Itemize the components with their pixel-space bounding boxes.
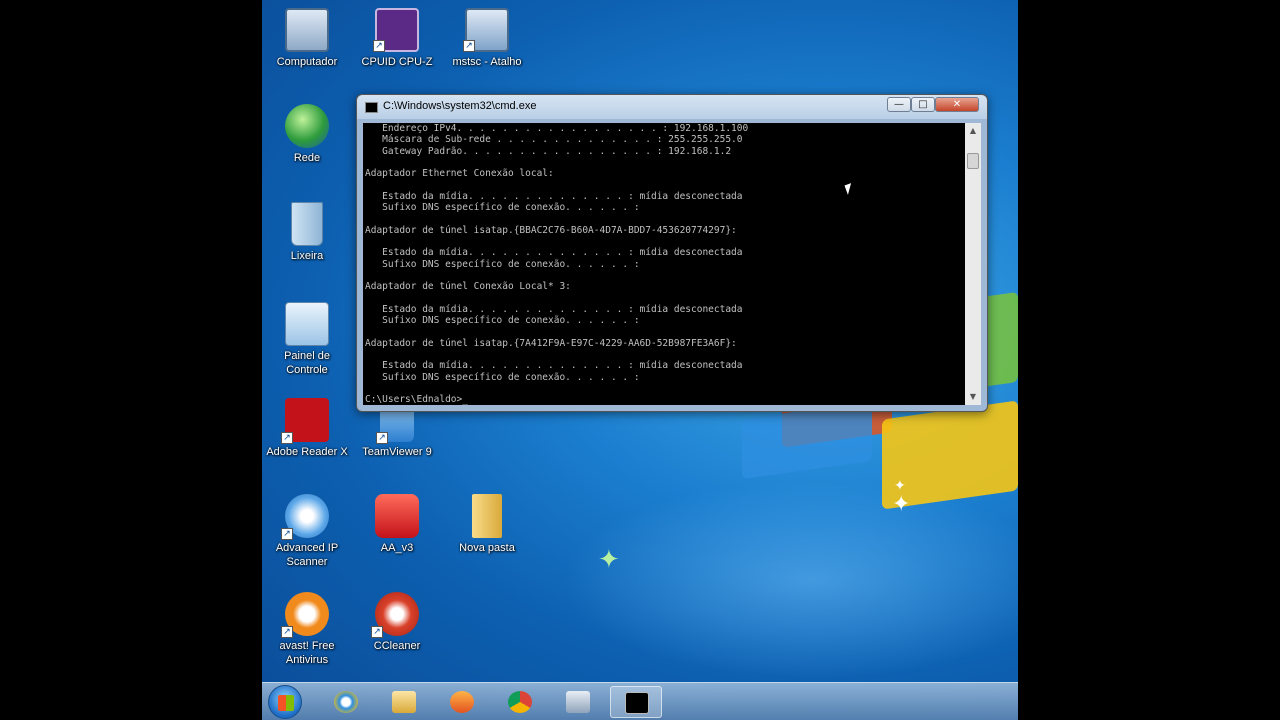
- scroll-up-icon[interactable]: ▲: [965, 123, 981, 139]
- wallpaper-logo-blue: [742, 400, 872, 480]
- shortcut-arrow-icon: ↗: [376, 432, 388, 444]
- ccleaner-icon: ↗: [371, 592, 419, 638]
- desktop-icon-advanced-ip-scanner[interactable]: ↗ Advanced IP Scanner: [262, 494, 352, 569]
- desktop-icon-label: Nova pasta: [459, 542, 515, 554]
- desktop-icon-adobe-reader[interactable]: ↗ Adobe Reader X: [262, 398, 352, 459]
- desktop-icon-label: Advanced IP Scanner: [275, 542, 339, 568]
- network-globe-icon: [285, 104, 329, 148]
- camera-icon: [566, 691, 590, 713]
- desktop-icon-nova-pasta[interactable]: Nova pasta: [442, 494, 532, 555]
- sparkle-icon: ✦: [894, 478, 906, 494]
- taskbar-item-cmd[interactable]: [610, 686, 662, 718]
- desktop-icon-label: TeamViewer 9: [362, 446, 432, 458]
- folder-icon: [472, 494, 502, 538]
- maximize-button[interactable]: □: [911, 97, 935, 112]
- shortcut-arrow-icon: ↗: [371, 626, 383, 638]
- ip-scanner-icon: ↗: [281, 494, 329, 540]
- console-text: Endereço IPv4. . . . . . . . . . . . . .…: [365, 123, 749, 405]
- sparkle-icon: ✦: [892, 492, 911, 517]
- start-button[interactable]: [268, 685, 302, 719]
- desktop-icon-computador[interactable]: Computador: [262, 8, 352, 69]
- desktop-icon-lixeira[interactable]: Lixeira: [262, 202, 352, 263]
- minimize-button[interactable]: —: [887, 97, 911, 112]
- desktop-icon-aa-v3[interactable]: AA_v3: [352, 494, 442, 555]
- shortcut-arrow-icon: ↗: [281, 626, 293, 638]
- taskbar: [262, 682, 1018, 720]
- desktop-icon-cpuz[interactable]: ↗ CPUID CPU-Z: [352, 8, 442, 69]
- sparkle-icon: ✦: [598, 545, 620, 575]
- close-button[interactable]: ✕: [935, 97, 979, 112]
- desktop-icon-label: Adobe Reader X: [266, 446, 348, 458]
- desktop-icon-label: Rede: [293, 152, 321, 164]
- console-output[interactable]: Endereço IPv4. . . . . . . . . . . . . .…: [363, 123, 965, 405]
- desktop-icon-label: Painel de Controle: [284, 350, 330, 376]
- taskbar-item-explorer[interactable]: [378, 686, 430, 718]
- desktop-icon-rede[interactable]: Rede: [262, 104, 352, 165]
- chrome-icon: [508, 691, 532, 713]
- desktop-icon-mstsc[interactable]: ↗ mstsc - Atalho: [442, 8, 532, 69]
- vertical-scrollbar[interactable]: ▲ ▼: [965, 123, 981, 405]
- taskbar-item-chrome[interactable]: [494, 686, 546, 718]
- desktop-icon-label: Lixeira: [290, 250, 324, 262]
- shortcut-arrow-icon: ↗: [463, 40, 475, 52]
- windows-explorer-icon: [392, 691, 416, 713]
- media-player-icon: [450, 691, 474, 713]
- internet-explorer-icon: [334, 691, 358, 713]
- desktop-icon-label: Computador: [276, 56, 338, 68]
- taskbar-item-camera[interactable]: [552, 686, 604, 718]
- aa-v3-icon: [375, 494, 419, 538]
- windows-logo-icon: [278, 695, 294, 711]
- taskbar-item-media-player[interactable]: [436, 686, 488, 718]
- adobe-reader-icon: ↗: [281, 398, 329, 444]
- taskbar-item-internet-explorer[interactable]: [320, 686, 372, 718]
- desktop-icon-label: AA_v3: [380, 542, 414, 554]
- desktop-icon-painel-de-controle[interactable]: Painel de Controle: [262, 302, 352, 377]
- cmd-icon: [365, 102, 378, 113]
- avast-icon: ↗: [281, 592, 329, 638]
- desktop-icon-ccleaner[interactable]: ↗ CCleaner: [352, 592, 442, 653]
- recycle-bin-icon: [291, 202, 323, 246]
- computer-icon: [285, 8, 329, 52]
- desktop-icon-avast[interactable]: ↗ avast! Free Antivirus: [262, 592, 352, 667]
- cmd-icon: [625, 692, 649, 714]
- window-titlebar[interactable]: C:\Windows\system32\cmd.exe — □ ✕: [357, 95, 987, 119]
- window-title: C:\Windows\system32\cmd.exe: [383, 100, 537, 112]
- shortcut-arrow-icon: ↗: [281, 432, 293, 444]
- scroll-down-icon[interactable]: ▼: [965, 389, 981, 405]
- desktop-icon-label: avast! Free Antivirus: [279, 640, 335, 666]
- shortcut-arrow-icon: ↗: [373, 40, 385, 52]
- desktop-icon-label: CCleaner: [373, 640, 421, 652]
- remote-desktop-icon: ↗: [463, 8, 509, 52]
- wallpaper-glow: [562, 480, 1018, 680]
- cmd-window[interactable]: C:\Windows\system32\cmd.exe — □ ✕ Endere…: [356, 94, 988, 412]
- scrollbar-thumb[interactable]: [967, 153, 979, 169]
- desktop-icon-label: mstsc - Atalho: [452, 56, 522, 68]
- shortcut-arrow-icon: ↗: [281, 528, 293, 540]
- cpu-z-icon: ↗: [373, 8, 419, 52]
- desktop-icon-label: CPUID CPU-Z: [361, 56, 433, 68]
- control-panel-icon: [285, 302, 329, 346]
